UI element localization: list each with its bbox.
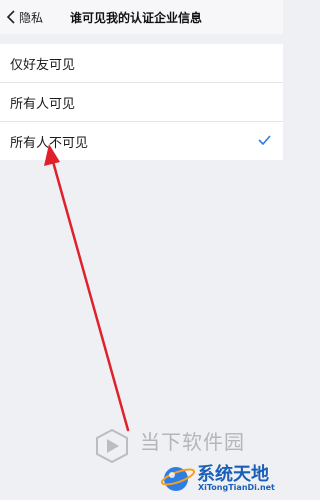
option-label: 仅好友可见 — [10, 58, 76, 73]
option-label: 所有人不可见 — [10, 136, 89, 151]
navigation-bar: 隐私 谁可见我的认证企业信息 — [0, 0, 283, 34]
back-button[interactable]: 隐私 — [6, 7, 43, 27]
option-nobody[interactable]: 所有人不可见 — [0, 122, 283, 160]
watermark-text-1: 当下软件园 — [140, 430, 245, 454]
watermark-logo-2 — [160, 467, 196, 491]
page-title: 谁可见我的认证企业信息 — [70, 11, 203, 25]
visibility-options-list: 仅好友可见 所有人可见 所有人不可见 — [0, 44, 283, 160]
back-label: 隐私 — [19, 10, 44, 25]
chevron-left-icon — [6, 10, 15, 24]
watermark-url: XiTongTianDi.net — [198, 483, 275, 492]
option-everyone[interactable]: 所有人可见 — [0, 83, 283, 122]
checkmark-icon — [258, 135, 271, 145]
watermark-logo-1 — [96, 428, 128, 464]
option-friends-only[interactable]: 仅好友可见 — [0, 44, 283, 83]
option-label: 所有人可见 — [10, 97, 76, 112]
